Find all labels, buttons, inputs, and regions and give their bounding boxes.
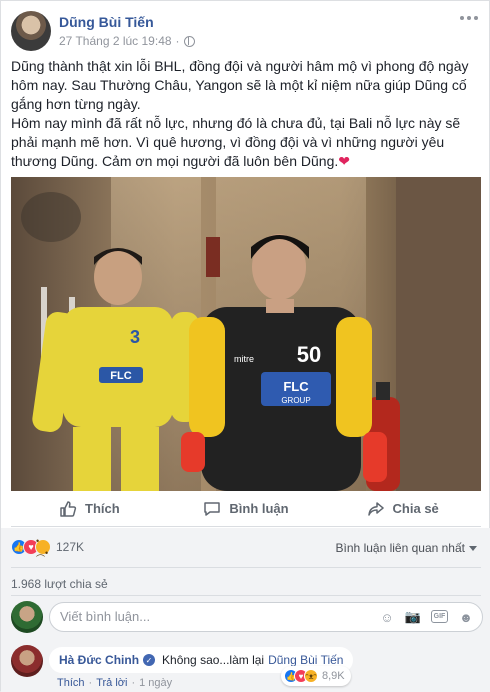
post-meta: 27 Tháng 2 lúc 19:48 · bbox=[59, 34, 195, 48]
commenter-avatar[interactable] bbox=[11, 645, 43, 677]
comment-icon bbox=[204, 501, 221, 516]
share-button[interactable]: Chia sẻ bbox=[324, 491, 481, 526]
reaction-count: 127K bbox=[56, 540, 85, 554]
post-paragraph-1: Dũng thành thật xin lỗi BHL, đồng đội và… bbox=[11, 58, 469, 112]
right-player-number: 50 bbox=[297, 342, 321, 367]
share-label: Chia sẻ bbox=[392, 501, 439, 516]
right-sponsor-sub: GROUP bbox=[281, 396, 310, 405]
like-label: Thích bbox=[85, 501, 120, 516]
post-paragraph-2: Hôm nay mình đã rất nỗ lực, nhưng đó là … bbox=[11, 114, 481, 171]
separator-dot: · bbox=[88, 677, 93, 689]
share-count[interactable]: 1.968 lượt chia sẻ bbox=[11, 577, 108, 591]
current-user-avatar bbox=[11, 601, 43, 633]
share-icon bbox=[367, 501, 384, 516]
comment-actions: Thích · Trả lời · 1 ngày bbox=[57, 677, 172, 689]
meta-dot: · bbox=[175, 34, 180, 48]
author-name[interactable]: Dũng Bùi Tiến bbox=[59, 14, 154, 30]
comment-label: Bình luận bbox=[229, 501, 289, 516]
post-timestamp[interactable]: 27 Tháng 2 lúc 19:48 bbox=[59, 34, 172, 48]
right-sponsor: FLC bbox=[283, 379, 309, 394]
comment-time[interactable]: 1 ngày bbox=[139, 677, 172, 689]
emoji-icon[interactable]: ☺ bbox=[379, 609, 395, 625]
photo-illustration: FLC 3 FLC GROUP 50 mitre bbox=[11, 177, 481, 491]
thumbs-up-icon bbox=[60, 500, 77, 517]
sad-reaction-icon: •︵• bbox=[35, 536, 51, 558]
haha-reaction-icon: ᵔᴥᵔ bbox=[304, 669, 318, 683]
reaction-summary[interactable]: 👍 ♥ •︵• 127K bbox=[11, 536, 85, 558]
gif-icon[interactable]: GIF bbox=[431, 610, 448, 623]
divider bbox=[11, 595, 481, 596]
more-options-icon[interactable] bbox=[459, 11, 479, 25]
kit-brand: mitre bbox=[234, 354, 254, 364]
divider bbox=[11, 567, 481, 568]
verified-badge-icon: ✓ bbox=[143, 654, 156, 666]
heart-emoji-icon: ❤ bbox=[338, 153, 350, 169]
post-paragraph-2-text: Hôm nay mình đã rất nỗ lực, nhưng đó là … bbox=[11, 115, 461, 169]
post-photo[interactable]: FLC 3 FLC GROUP 50 mitre bbox=[11, 177, 481, 491]
comment-sort-dropdown[interactable]: Bình luận liên quan nhất bbox=[336, 541, 477, 555]
comment-input[interactable] bbox=[60, 609, 330, 624]
like-button[interactable]: Thích bbox=[11, 491, 168, 526]
post-header: Dũng Bùi Tiến 27 Tháng 2 lúc 19:48 · bbox=[11, 11, 481, 51]
post-card: Dũng Bùi Tiến 27 Tháng 2 lúc 19:48 · Dũn… bbox=[0, 0, 490, 692]
sticker-icon[interactable]: ☻ bbox=[458, 609, 474, 625]
comment-button[interactable]: Bình luận bbox=[168, 491, 325, 526]
comment-sort-label: Bình luận liên quan nhất bbox=[335, 541, 465, 555]
chevron-down-icon bbox=[469, 545, 477, 551]
separator-dot: · bbox=[131, 677, 136, 689]
comment-like-link[interactable]: Thích bbox=[57, 677, 85, 689]
comment-reply-link[interactable]: Trả lời bbox=[96, 677, 127, 689]
comment-mention[interactable]: Dũng Bùi Tiến bbox=[268, 653, 343, 667]
commenter-name[interactable]: Hà Đức Chinh bbox=[59, 653, 139, 667]
post-body: Dũng thành thật xin lỗi BHL, đồng đội và… bbox=[11, 57, 481, 171]
comment-text: Không sao...làm lại bbox=[162, 653, 265, 667]
comment-reaction-count: 8,9K bbox=[322, 670, 345, 682]
author-avatar[interactable] bbox=[11, 11, 51, 51]
left-sponsor: FLC bbox=[110, 370, 131, 382]
post-action-bar: Thích Bình luận Chia sẻ bbox=[11, 491, 481, 527]
comment-reaction-summary[interactable]: 👍 ♥ ᵔᴥᵔ 8,9K bbox=[281, 666, 351, 686]
left-player-number: 3 bbox=[130, 327, 140, 347]
camera-icon[interactable]: 📷 bbox=[405, 609, 421, 625]
globe-icon[interactable] bbox=[183, 35, 195, 47]
comment-composer[interactable]: ☺ 📷 GIF ☻ bbox=[49, 602, 483, 632]
composer-tools: ☺ 📷 GIF ☻ bbox=[379, 609, 474, 625]
